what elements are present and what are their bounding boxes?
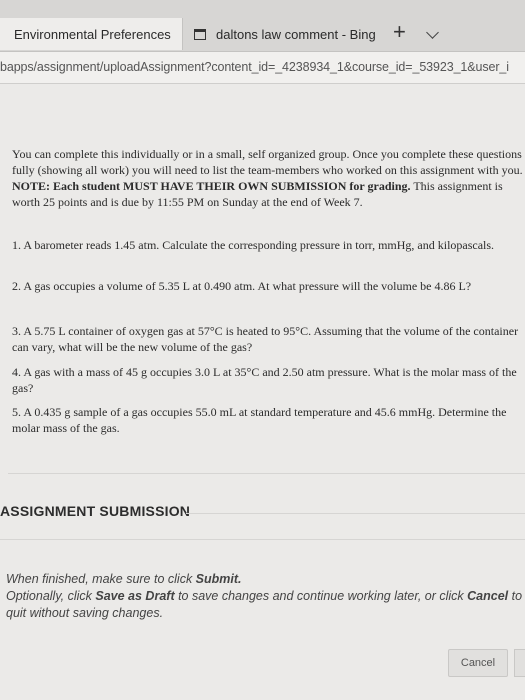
address-bar[interactable]: bapps/assignment/uploadAssignment?conten… [0,52,525,84]
note-text: Each student MUST HAVE THEIR OWN SUBMISS… [50,179,411,193]
section-title: ASSIGNMENT SUBMISSION [0,503,191,519]
tab-environmental-preferences[interactable]: Environmental Preferences [0,18,183,50]
divider [8,473,525,474]
url-text[interactable]: bapps/assignment/uploadAssignment?conten… [0,60,525,74]
question-1: 1. A barometer reads 1.45 atm. Calculate… [12,238,495,252]
assignment-intro: You can complete this individually or in… [12,147,523,209]
note-label: NOTE: [12,179,51,193]
divider [0,539,525,540]
new-tab-button[interactable]: + [393,21,406,43]
question-2: 2. A gas occupies a volume of 5.35 L at … [12,279,472,293]
instructions-line-2: Optionally, click Save as Draft to save … [6,589,523,620]
tab-daltons-law-comment[interactable]: daltons law comment - Bing [188,18,384,50]
question-5: 5. A 0.435 g sample of a gas occupies 55… [12,405,507,435]
section-title-rule [186,513,525,514]
submit-button-edge[interactable] [514,649,525,677]
question-4: 4. A gas with a mass of 45 g occupies 3.… [12,365,517,395]
tab-title: Environmental Preferences [14,26,171,42]
cancel-button-label: Cancel [460,657,496,669]
tab-page-icon [194,28,206,40]
instructions-line-1: When finished, make sure to click Submit… [6,572,242,586]
submission-instructions: When finished, make sure to click Submit… [6,571,525,622]
question-3: 3. A 5.75 L container of oxygen gas at 5… [12,324,519,354]
page-content: You can complete this individually or in… [0,84,525,700]
assignment-document: You can complete this individually or in… [0,128,525,543]
cancel-button[interactable]: Cancel [448,649,508,677]
tab-list-chevron-down-icon[interactable] [426,26,439,39]
tab-title: daltons law comment - Bing [216,26,376,42]
browser-tab-bar: Environmental Preferences daltons law co… [0,0,525,52]
